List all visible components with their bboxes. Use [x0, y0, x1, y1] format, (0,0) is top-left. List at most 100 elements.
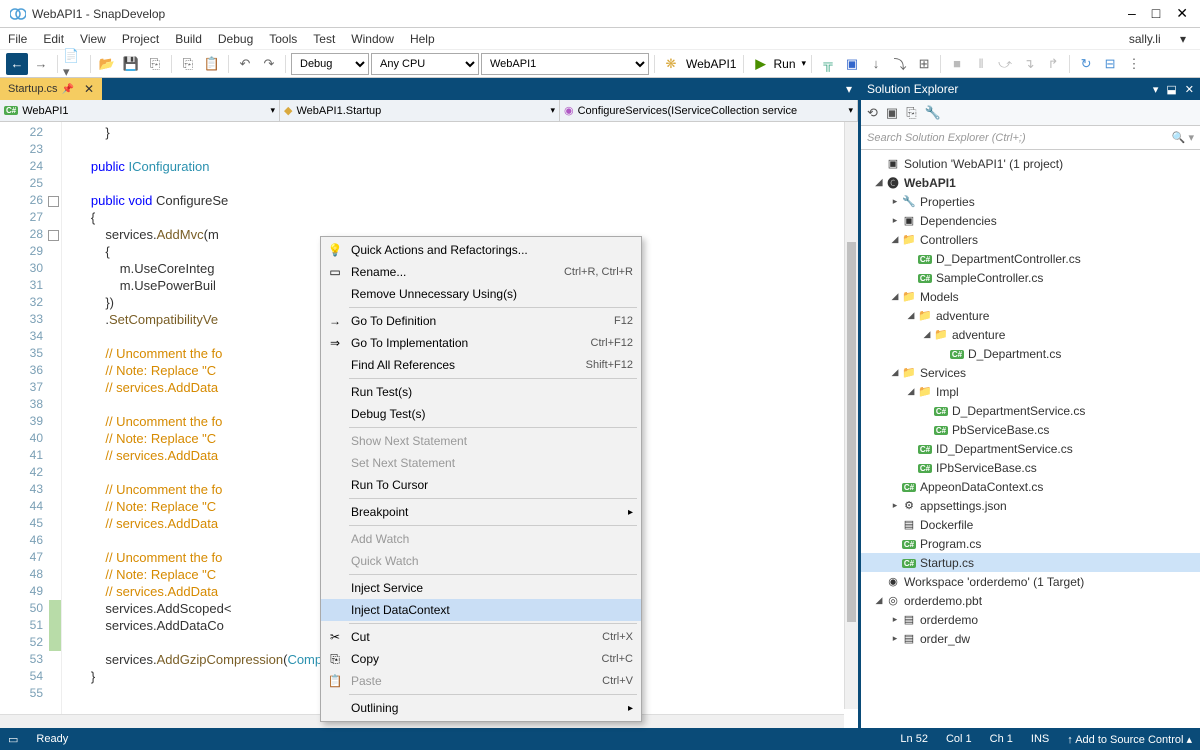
class-dropdown[interactable]: ◆ WebAPI1.Startup ▾	[280, 100, 560, 121]
back-button[interactable]: ←	[6, 53, 28, 75]
close-icon[interactable]: ✕	[1185, 83, 1194, 96]
tree-item[interactable]: ▸▣Dependencies	[861, 211, 1200, 230]
tree-item[interactable]: ◢◎orderdemo.pbt	[861, 591, 1200, 610]
member-dropdown[interactable]: ◉ ConfigureServices(IServiceCollection s…	[560, 100, 858, 121]
menu-window[interactable]: Window	[351, 32, 394, 46]
menu-test[interactable]: Test	[313, 32, 335, 46]
tab-startup-cs[interactable]: Startup.cs 📌 ✕	[0, 78, 102, 100]
tool-icon-2[interactable]: ▣	[841, 53, 863, 75]
tree-item[interactable]: C#AppeonDataContext.cs	[861, 477, 1200, 496]
save-all-button[interactable]: ⎘	[144, 53, 166, 75]
tool-icon-1[interactable]: ╦	[817, 53, 839, 75]
list-icon[interactable]: ⊟	[1099, 53, 1121, 75]
forward-button[interactable]: →	[30, 53, 52, 75]
context-menu-item[interactable]: Inject Service	[321, 577, 641, 599]
dropdown-icon[interactable]: ▾	[1153, 83, 1159, 96]
maximize-button[interactable]: □	[1152, 5, 1160, 22]
home-icon[interactable]: ⟲	[867, 105, 878, 121]
pause-icon[interactable]: ‖	[970, 53, 992, 75]
context-menu-item[interactable]: ⇒Go To ImplementationCtrl+F12	[321, 332, 641, 354]
paste-button[interactable]: 📋	[201, 53, 223, 75]
run-dropdown[interactable]: ▾	[802, 58, 807, 69]
tree-item[interactable]: C#D_Department.cs	[861, 344, 1200, 363]
properties-icon[interactable]: 🔧	[925, 105, 941, 121]
close-button[interactable]: ✕	[1176, 5, 1188, 22]
copy-button[interactable]: ⎘	[177, 53, 199, 75]
tool-icon-4[interactable]: ⤵	[889, 53, 911, 75]
tree-item[interactable]: ◢📁Impl	[861, 382, 1200, 401]
menu-view[interactable]: View	[80, 32, 106, 46]
menu-project[interactable]: Project	[122, 32, 159, 46]
pin-icon[interactable]: 📌	[62, 84, 74, 95]
tab-overflow-icon[interactable]: ▾	[840, 82, 858, 96]
project-combo[interactable]: WebAPI1	[481, 53, 649, 75]
source-control-button[interactable]: ↑ Add to Source Control ▴	[1067, 733, 1192, 746]
refresh-icon[interactable]: ↻	[1075, 53, 1097, 75]
project-dropdown[interactable]: C# WebAPI1 ▾	[0, 100, 280, 121]
tool-icon-5[interactable]: ⊞	[913, 53, 935, 75]
context-menu-item[interactable]: ▭Rename...Ctrl+R, Ctrl+R	[321, 261, 641, 283]
context-menu-item[interactable]: ⎘CopyCtrl+C	[321, 648, 641, 670]
sync-icon[interactable]: ▣	[886, 105, 898, 121]
run-button[interactable]: ▶	[749, 53, 771, 75]
tree-item[interactable]: C#ID_DepartmentService.cs	[861, 439, 1200, 458]
tree-item[interactable]: C#PbServiceBase.cs	[861, 420, 1200, 439]
solution-search-input[interactable]: Search Solution Explorer (Ctrl+;) 🔍 ▾	[861, 126, 1200, 150]
platform-combo[interactable]: Any CPU	[371, 53, 479, 75]
new-file-button[interactable]: 📄▾	[63, 53, 85, 75]
tree-item[interactable]: ▸▤orderdemo	[861, 610, 1200, 629]
open-button[interactable]: 📂	[96, 53, 118, 75]
minimize-button[interactable]: ‒	[1128, 5, 1136, 22]
context-menu-item[interactable]: Debug Test(s)	[321, 403, 641, 425]
stop-icon[interactable]: ■	[946, 53, 968, 75]
context-menu-item[interactable]: Run Test(s)	[321, 381, 641, 403]
context-menu-item[interactable]: Breakpoint▸	[321, 501, 641, 523]
tree-item[interactable]: ▤Dockerfile	[861, 515, 1200, 534]
menu-debug[interactable]: Debug	[218, 32, 253, 46]
step-icon-2[interactable]: ↴	[1018, 53, 1040, 75]
tree-item[interactable]: ◢📁adventure	[861, 306, 1200, 325]
step-icon-1[interactable]: ⤻	[994, 53, 1016, 75]
tree-item[interactable]: ▸⚙appsettings.json	[861, 496, 1200, 515]
vertical-scrollbar[interactable]	[844, 122, 858, 709]
menu-tools[interactable]: Tools	[269, 32, 297, 46]
menu-edit[interactable]: Edit	[43, 32, 64, 46]
tree-item[interactable]: ▸🔧Properties	[861, 192, 1200, 211]
tree-item[interactable]: C#IPbServiceBase.cs	[861, 458, 1200, 477]
tree-item[interactable]: ▸▤order_dw	[861, 629, 1200, 648]
tree-item[interactable]: C#D_DepartmentService.cs	[861, 401, 1200, 420]
menu-file[interactable]: File	[8, 32, 27, 46]
tree-item[interactable]: C#SampleController.cs	[861, 268, 1200, 287]
more-icon[interactable]: ⋮	[1123, 53, 1145, 75]
save-button[interactable]: 💾	[120, 53, 142, 75]
tree-item[interactable]: C#D_DepartmentController.cs	[861, 249, 1200, 268]
run-label[interactable]: Run	[773, 57, 795, 71]
tree-item[interactable]: C#Startup.cs	[861, 553, 1200, 572]
context-menu-item[interactable]: ✂CutCtrl+X	[321, 626, 641, 648]
tree-item[interactable]: ◢📁Controllers	[861, 230, 1200, 249]
tree-item[interactable]: ◉Workspace 'orderdemo' (1 Target)	[861, 572, 1200, 591]
solution-tree[interactable]: ▣Solution 'WebAPI1' (1 project)◢🅒WebAPI1…	[861, 150, 1200, 728]
undo-button[interactable]: ↶	[234, 53, 256, 75]
collapse-icon[interactable]: ⎘	[906, 105, 916, 121]
tree-item[interactable]: ◢📁Services	[861, 363, 1200, 382]
tree-item[interactable]: ▣Solution 'WebAPI1' (1 project)	[861, 154, 1200, 173]
config-combo[interactable]: Debug	[291, 53, 369, 75]
tree-item[interactable]: C#Program.cs	[861, 534, 1200, 553]
context-menu-item[interactable]: Inject DataContext	[321, 599, 641, 621]
tree-item[interactable]: ◢📁adventure	[861, 325, 1200, 344]
context-menu-item[interactable]: Remove Unnecessary Using(s)	[321, 283, 641, 305]
context-menu-item[interactable]: Run To Cursor	[321, 474, 641, 496]
menu-help[interactable]: Help	[410, 32, 435, 46]
redo-button[interactable]: ↷	[258, 53, 280, 75]
tool-icon-3[interactable]: ↓	[865, 53, 887, 75]
tab-close-icon[interactable]: ✕	[84, 82, 94, 96]
tree-item[interactable]: ◢🅒WebAPI1	[861, 173, 1200, 192]
step-icon-3[interactable]: ↱	[1042, 53, 1064, 75]
user-dropdown[interactable]: sally.li ▾	[1129, 32, 1186, 46]
pin-icon[interactable]: ⬓	[1166, 83, 1176, 96]
tree-item[interactable]: ◢📁Models	[861, 287, 1200, 306]
context-menu-item[interactable]: 💡Quick Actions and Refactorings...	[321, 239, 641, 261]
context-menu-item[interactable]: →Go To DefinitionF12	[321, 310, 641, 332]
context-menu-item[interactable]: Find All ReferencesShift+F12	[321, 354, 641, 376]
